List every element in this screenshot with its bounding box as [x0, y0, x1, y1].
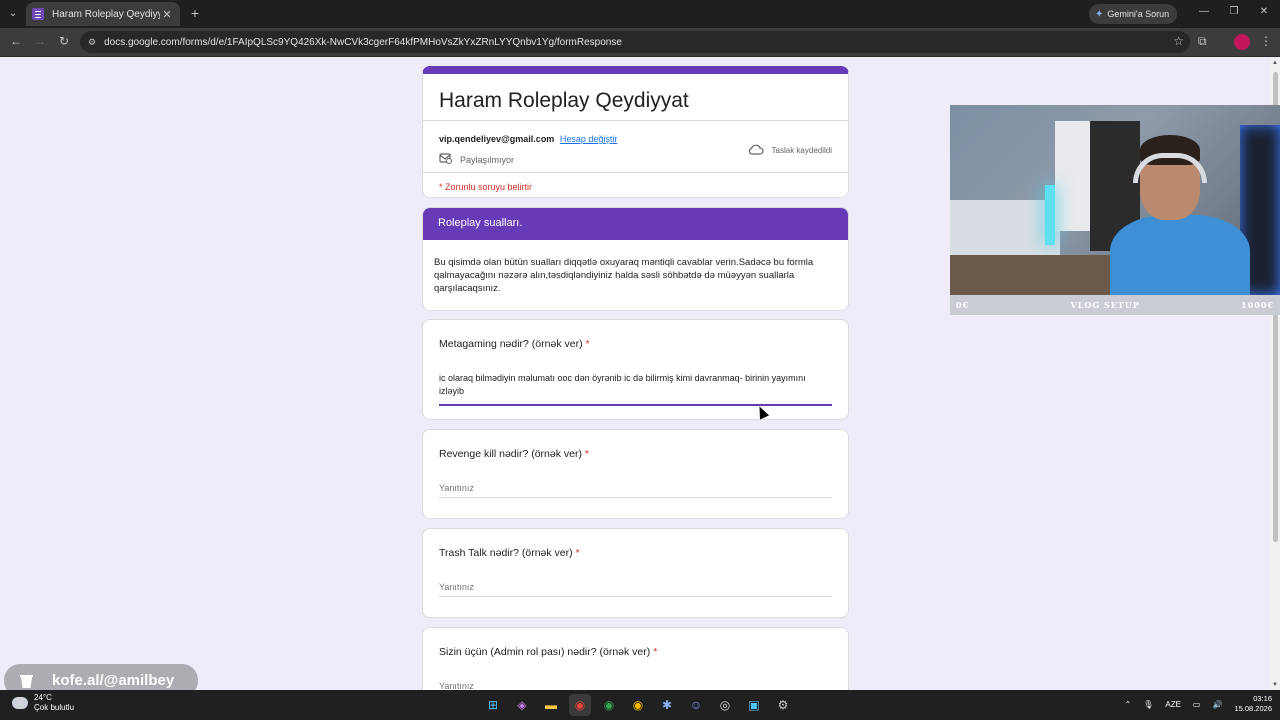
question-card-trash-talk: Trash Talk nədir? (örnək ver) * Yanıtını… — [422, 528, 849, 618]
chrome-profile-2-icon[interactable]: ◉ — [627, 694, 649, 716]
clock-time: 03:16 — [1253, 694, 1272, 703]
windows-start-icon[interactable]: ⊞ — [482, 694, 504, 716]
discord-icon[interactable]: ☺ — [685, 694, 707, 716]
required-star: * — [575, 547, 580, 559]
answer-input[interactable]: Yanıtınız — [439, 483, 832, 498]
section-title: Roleplay sualları. — [423, 208, 848, 240]
not-shared-label: Paylaşılmıyor — [460, 154, 515, 165]
cloud-icon — [12, 697, 28, 709]
progress-title: VLOG SETUP — [1070, 300, 1140, 310]
address-bar: ← → ↻ ⚙ docs.google.com/forms/d/e/1FAIpQ… — [0, 28, 1280, 57]
scroll-down-icon[interactable]: ▼ — [1272, 682, 1278, 688]
weather-condition: Çok bulutlu — [34, 703, 75, 712]
chrome-icon[interactable]: ◉ — [569, 694, 591, 716]
reload-icon[interactable]: ↻ — [56, 34, 72, 48]
new-tab-icon[interactable]: + — [187, 5, 203, 21]
weather-widget[interactable]: 24°C Çok bulutlu — [12, 693, 74, 713]
obs-icon[interactable]: ◎ — [714, 694, 736, 716]
taskbar: 24°C Çok bulutlu ⊞ ◈ ▬ ◉ ◉ ◉ ✱ ☺ ◎ ▣ ⚙ ⌃… — [0, 690, 1280, 720]
form-title: Haram Roleplay Qeydiyyat — [439, 89, 689, 112]
tab-bar: ⌄ Haram Roleplay Qeydiyyat ✕ + ✦ Gemini'… — [0, 0, 1280, 28]
profile-avatar[interactable] — [1234, 34, 1250, 50]
close-window-icon[interactable]: ✕ — [1256, 6, 1272, 17]
question-text: Trash Talk nədir? (örnək ver) — [439, 547, 573, 559]
clock[interactable]: 03:16 15.08.2026 — [1234, 694, 1272, 714]
question-text: Metagaming nədir? (örnək ver) — [439, 338, 583, 350]
draft-status: Taslak kaydedildi — [748, 144, 832, 157]
webcam-led-light — [1045, 185, 1055, 245]
gemini-button[interactable]: ✦ Gemini'a Sorun — [1089, 4, 1177, 24]
coffee-cup-icon — [18, 672, 36, 690]
gemini-icon: ✦ — [1095, 8, 1104, 20]
webcam-bed — [950, 200, 1060, 260]
tray-overflow-icon[interactable]: ⌃ — [1125, 700, 1132, 709]
question-title: Sizin üçün (Admin rol pası) nədir? (örnə… — [439, 646, 657, 658]
divider — [423, 172, 848, 173]
url-omnibox[interactable]: ⚙ docs.google.com/forms/d/e/1FAIpQLSc9YQ… — [80, 31, 1190, 53]
volume-icon[interactable]: 🔊 — [1212, 700, 1222, 709]
weather-text: 24°C Çok bulutlu — [34, 693, 74, 713]
taskbar-apps: ⊞ ◈ ▬ ◉ ◉ ◉ ✱ ☺ ◎ ▣ ⚙ — [482, 694, 801, 716]
section-card: Roleplay sualları. Bu qisimdə olan bütün… — [422, 207, 849, 311]
file-explorer-icon[interactable]: ▬ — [540, 694, 562, 716]
webcam-person-body — [1110, 215, 1250, 305]
clock-date: 15.08.2026 — [1234, 704, 1272, 713]
vlog-setup-progress-bar: 0€ VLOG SETUP 1000€ — [950, 295, 1280, 315]
tab-title: Haram Roleplay Qeydiyyat — [52, 8, 160, 20]
chrome-profile-icon[interactable]: ◉ — [598, 694, 620, 716]
account-email-text: vip.qendeliyev@gmail.com — [439, 134, 555, 144]
question-title: Trash Talk nədir? (örnək ver) * — [439, 547, 580, 559]
webcam-overlay: 0€ VLOG SETUP 1000€ — [950, 105, 1280, 315]
tab-close-icon[interactable]: ✕ — [160, 8, 174, 21]
account-email: vip.qendeliyev@gmail.com Hesap değiştir — [439, 134, 617, 144]
switch-account-link[interactable]: Hesap değiştir — [560, 134, 618, 144]
no-share-icon — [439, 153, 452, 166]
question-card-metagaming: Metagaming nədir? (örnək ver) * ic olara… — [422, 319, 849, 420]
scroll-up-icon[interactable]: ▲ — [1272, 60, 1278, 66]
answer-textarea[interactable]: ic olaraq bilmədiyin məlumatı ooc dən öy… — [439, 372, 832, 406]
question-text: Sizin üçün (Admin rol pası) nədir? (örnə… — [439, 646, 651, 658]
progress-start-label: 0€ — [956, 300, 970, 310]
question-card-admin-role: Sizin üçün (Admin rol pası) nədir? (örnə… — [422, 627, 849, 696]
language-indicator[interactable]: AZE — [1165, 700, 1181, 709]
photos-icon[interactable]: ▣ — [743, 694, 765, 716]
snowflake-app-icon[interactable]: ✱ — [656, 694, 678, 716]
steam-icon[interactable]: ⚙ — [772, 694, 794, 716]
tab-search-icon[interactable]: ⌄ — [4, 4, 22, 22]
draft-saved-label: Taslak kaydedildi — [771, 146, 832, 155]
tab-active[interactable]: Haram Roleplay Qeydiyyat ✕ — [26, 2, 180, 26]
system-tray: ⌃ 🎙 AZE ▭ 🔊 03:16 15.08.2026 — [1113, 694, 1273, 714]
question-text: Revenge kill nədir? (örnək ver) — [439, 448, 582, 460]
copilot-icon[interactable]: ◈ — [511, 694, 533, 716]
divider — [423, 120, 848, 121]
question-card-revenge-kill: Revenge kill nədir? (örnək ver) * Yanıtı… — [422, 429, 849, 519]
temperature: 24°C — [34, 693, 52, 702]
minimize-icon[interactable]: — — [1196, 6, 1212, 17]
back-icon[interactable]: ← — [8, 34, 24, 48]
network-icon[interactable]: ▭ — [1193, 700, 1201, 709]
forward-icon[interactable]: → — [32, 34, 48, 48]
url-text[interactable]: docs.google.com/forms/d/e/1FAIpQLSc9YQ42… — [104, 37, 622, 48]
question-title: Metagaming nədir? (örnək ver) * — [439, 338, 590, 350]
forms-favicon-icon — [32, 8, 44, 20]
form-header-card: Haram Roleplay Qeydiyyat vip.qendeliyev@… — [422, 66, 849, 198]
required-note: * Zorunlu soruyu belirtir — [439, 182, 533, 192]
question-title: Revenge kill nədir? (örnək ver) * — [439, 448, 589, 460]
answer-input[interactable]: Yanıtınız — [439, 582, 832, 597]
site-info-icon[interactable]: ⚙ — [88, 37, 96, 48]
section-description: Bu qisimdə olan bütün sualları diqqətlə … — [434, 257, 814, 294]
required-star: * — [653, 646, 658, 658]
bookmark-star-icon[interactable]: ☆ — [1173, 34, 1184, 48]
required-star: * — [584, 448, 589, 460]
gemini-label: Gemini'a Sorun — [1107, 9, 1170, 19]
extensions-icon[interactable]: ⧉ — [1198, 34, 1207, 49]
not-shared-status: Paylaşılmıyor — [439, 153, 514, 166]
menu-icon[interactable]: ⋮ — [1260, 34, 1272, 48]
required-star: * — [585, 338, 590, 350]
watermark-text: kofe.al/@amilbey — [52, 672, 175, 689]
progress-goal-label: 1000€ — [1241, 300, 1274, 310]
microphone-icon[interactable]: 🎙 — [1143, 700, 1153, 709]
cloud-done-icon — [748, 144, 764, 157]
restore-icon[interactable]: ❐ — [1226, 6, 1242, 17]
